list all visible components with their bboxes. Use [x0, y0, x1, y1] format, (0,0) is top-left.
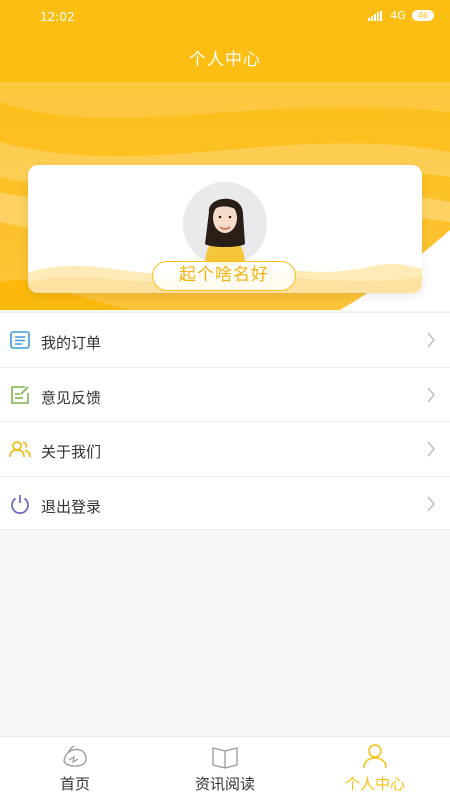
chevron-right-icon	[427, 387, 435, 402]
header: 12:02 4G 46 个人中心	[0, 0, 450, 82]
menu-item-logout[interactable]: 退出登录	[0, 475, 450, 530]
power-icon	[11, 494, 29, 514]
book-icon	[212, 747, 238, 769]
tab-label: 资讯阅读	[194, 775, 255, 793]
bottom-tab-bar: 首页 资讯阅读 个人中心	[0, 736, 450, 800]
menu-item-label: 意见反馈	[41, 388, 102, 407]
menu-item-label: 退出登录	[41, 497, 102, 516]
home-bird-icon	[63, 745, 87, 767]
chevron-right-icon	[427, 441, 435, 457]
menu-item-label: 我的订单	[41, 334, 102, 352]
order-list-icon	[10, 331, 30, 349]
status-indicators: 4G 46	[368, 9, 434, 22]
tab-home[interactable]: 首页	[0, 737, 150, 800]
tab-news-reading[interactable]: 资讯阅读	[150, 737, 300, 800]
profile-card: 起个啥名好	[28, 165, 422, 293]
menu-item-orders[interactable]: 我的订单	[0, 312, 450, 367]
avatar[interactable]	[183, 182, 267, 266]
tab-profile[interactable]: 个人中心	[300, 737, 450, 800]
menu-item-label: 关于我们	[41, 443, 102, 461]
menu-item-about[interactable]: 关于我们	[0, 421, 450, 476]
page-title: 个人中心	[189, 50, 261, 70]
tab-label: 个人中心	[344, 775, 405, 793]
signal-icon	[368, 10, 384, 21]
chevron-right-icon	[427, 496, 435, 511]
status-bar: 12:02 4G 46	[0, 0, 450, 34]
nickname-button[interactable]: 起个啥名好	[152, 261, 296, 291]
battery-icon: 46	[411, 10, 434, 21]
users-icon	[9, 441, 31, 458]
feedback-edit-icon	[11, 385, 29, 404]
menu-item-feedback[interactable]: 意见反馈	[0, 366, 450, 422]
person-icon	[363, 744, 387, 769]
network-type: 4G	[390, 9, 406, 22]
tab-label: 首页	[59, 775, 90, 793]
chevron-right-icon	[427, 332, 435, 348]
battery-level: 46	[417, 11, 428, 20]
avatar-image	[183, 182, 267, 266]
status-time: 12:02	[40, 10, 75, 24]
menu-list: 我的订单 意见反馈 关于我们 退出登录	[0, 312, 450, 530]
